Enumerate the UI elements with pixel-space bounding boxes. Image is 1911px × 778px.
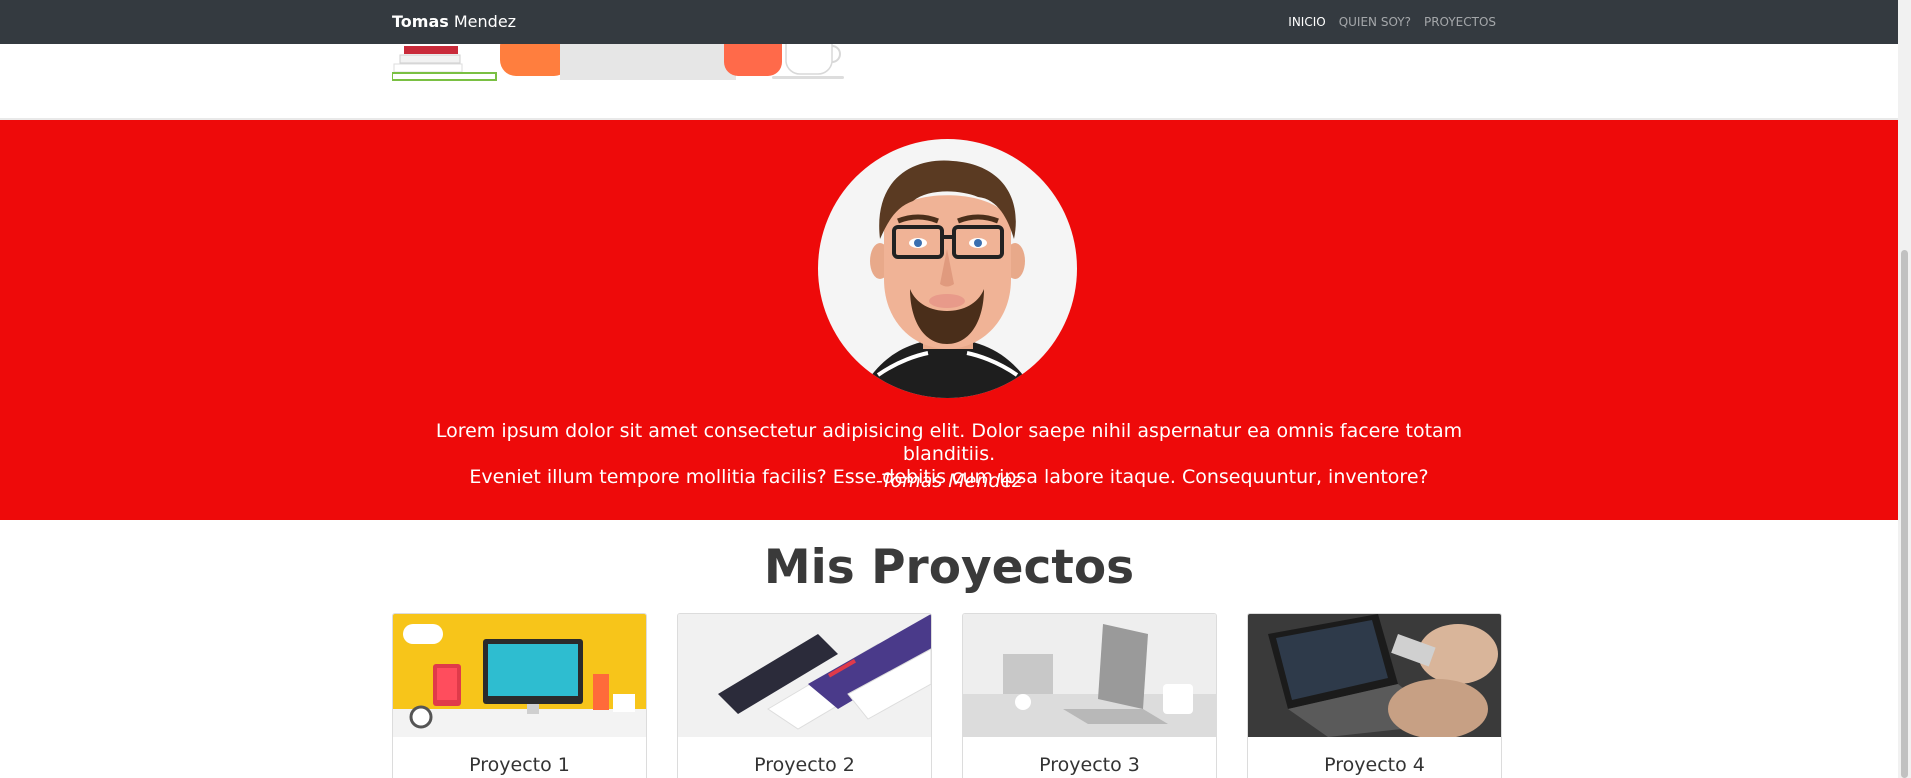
- projects-title: Mis Proyectos: [763, 540, 1135, 595]
- project-thumbnail-3: [963, 614, 1216, 737]
- project-thumbnail-2: [678, 614, 931, 737]
- project-thumbnail-1: [393, 614, 646, 737]
- project-title-1: Proyecto 1: [469, 754, 570, 776]
- nav-link-inicio[interactable]: INICIO: [1288, 14, 1325, 30]
- project-title-2: Proyecto 2: [754, 754, 855, 776]
- project-thumbnail-4: [1248, 614, 1501, 737]
- project-card-4[interactable]: Proyecto 4: [1247, 613, 1502, 778]
- page-scrollbar[interactable]: [1898, 0, 1911, 778]
- project-title-3: Proyecto 3: [1039, 754, 1140, 776]
- project-card-2[interactable]: Proyecto 2: [677, 613, 932, 778]
- project-card-1[interactable]: Proyecto 1: [392, 613, 647, 778]
- page: Tomas Mendez INICIO QUIEN SOY? PROYECTOS: [0, 0, 1911, 778]
- navbar: Tomas Mendez INICIO QUIEN SOY? PROYECTOS: [0, 0, 1898, 44]
- nav-links: INICIO QUIEN SOY? PROYECTOS: [1288, 14, 1496, 30]
- nav-link-quien-soy[interactable]: QUIEN SOY?: [1339, 14, 1411, 30]
- about-section: Lorem ipsum dolor sit amet consectetur a…: [0, 120, 1898, 520]
- nav-link-proyectos[interactable]: PROYECTOS: [1424, 14, 1496, 30]
- avatar: [818, 139, 1077, 398]
- brand-first-name: Tomas: [392, 12, 449, 31]
- quote-author: -Tomas Mendez: [875, 470, 1023, 492]
- brand-last-name: Mendez: [448, 12, 517, 31]
- quote-line-1: Lorem ipsum dolor sit amet consectetur a…: [435, 420, 1463, 465]
- brand-link[interactable]: Tomas Mendez: [392, 12, 516, 32]
- project-title-4: Proyecto 4: [1324, 754, 1425, 776]
- scrollbar-thumb[interactable]: [1901, 250, 1908, 778]
- project-card-3[interactable]: Proyecto 3: [962, 613, 1217, 778]
